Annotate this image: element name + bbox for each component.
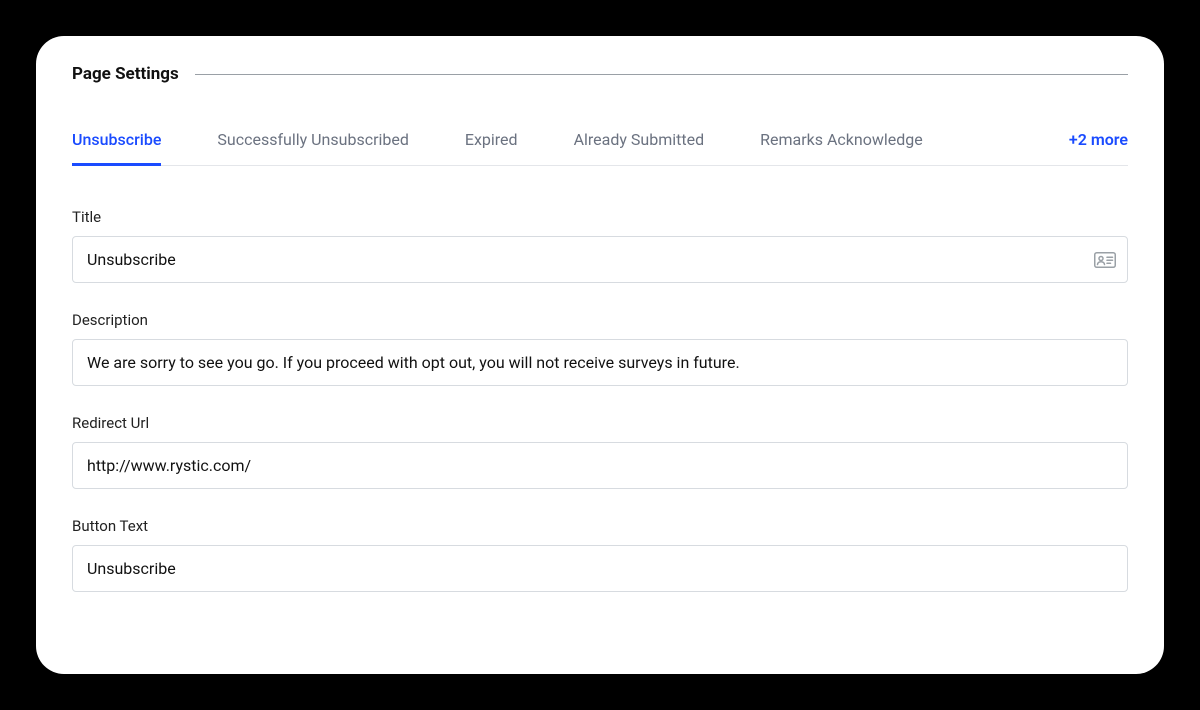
field-description: Description xyxy=(72,311,1128,386)
id-card-icon xyxy=(1094,252,1116,268)
tab-successfully-unsubscribed[interactable]: Successfully Unsubscribed xyxy=(217,116,408,165)
tab-expired[interactable]: Expired xyxy=(465,116,518,165)
field-redirect-url-label: Redirect Url xyxy=(72,414,1128,432)
tab-already-submitted[interactable]: Already Submitted xyxy=(574,116,705,165)
page-settings-card: Page Settings Unsubscribe Successfully U… xyxy=(36,36,1164,674)
field-redirect-url: Redirect Url xyxy=(72,414,1128,489)
tabs-more-button[interactable]: +2 more xyxy=(1069,116,1128,165)
field-title-label: Title xyxy=(72,208,1128,226)
field-redirect-url-input-wrap xyxy=(72,442,1128,489)
section-rule xyxy=(195,74,1128,75)
field-button-text: Button Text xyxy=(72,517,1128,592)
redirect-url-input[interactable] xyxy=(72,442,1128,489)
button-text-input[interactable] xyxy=(72,545,1128,592)
field-title: Title xyxy=(72,208,1128,283)
field-description-input-wrap xyxy=(72,339,1128,386)
tab-remarks-acknowledge[interactable]: Remarks Acknowledge xyxy=(760,116,923,165)
field-description-label: Description xyxy=(72,311,1128,329)
section-title: Page Settings xyxy=(72,64,179,84)
tab-unsubscribe[interactable]: Unsubscribe xyxy=(72,116,161,165)
tabs: Unsubscribe Successfully Unsubscribed Ex… xyxy=(72,116,1128,166)
section-header: Page Settings xyxy=(72,64,1128,84)
title-input[interactable] xyxy=(72,236,1128,283)
field-button-text-input-wrap xyxy=(72,545,1128,592)
description-input[interactable] xyxy=(72,339,1128,386)
field-button-text-label: Button Text xyxy=(72,517,1128,535)
field-title-input-wrap xyxy=(72,236,1128,283)
